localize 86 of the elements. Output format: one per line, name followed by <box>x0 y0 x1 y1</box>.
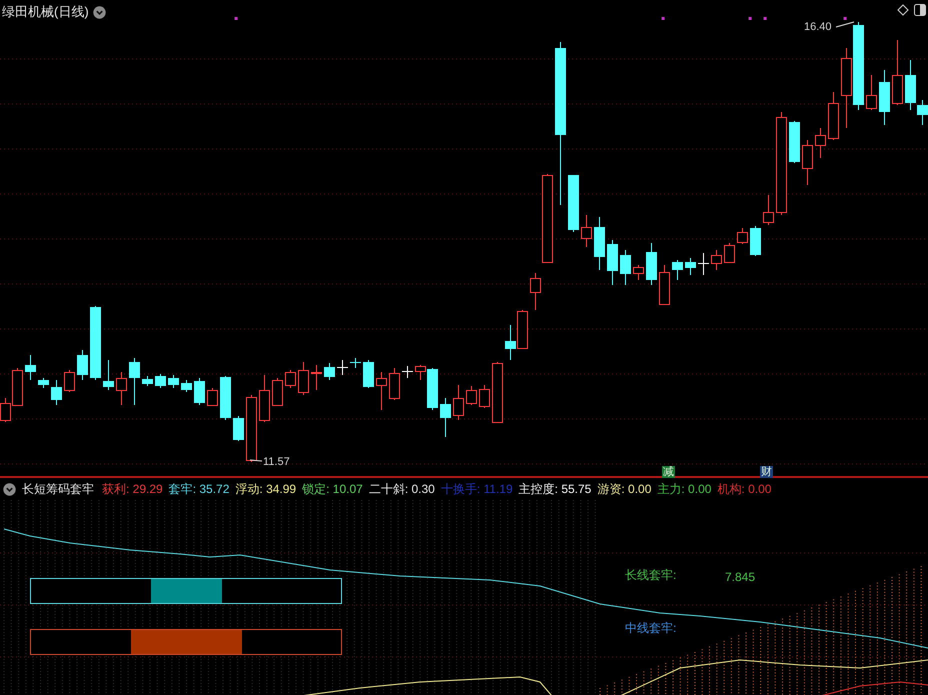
candlestick <box>272 378 283 406</box>
candlestick <box>453 384 464 420</box>
candlestick <box>750 226 761 256</box>
candlestick <box>685 258 696 276</box>
indicator-reading: 游资: 0.00 <box>597 480 652 498</box>
leader-line <box>836 22 854 28</box>
indicator-reading: 获利: 29.29 <box>102 480 163 498</box>
indicator-reading: 主控度: 55.75 <box>518 480 592 498</box>
candlestick <box>737 228 748 244</box>
candlestick <box>77 350 88 380</box>
candlestick <box>220 376 231 420</box>
event-marker[interactable]: 减 <box>662 466 675 478</box>
candlestick <box>505 324 516 360</box>
indicator-reading: 套牢: 35.72 <box>168 480 230 498</box>
candlestick <box>38 378 49 388</box>
gauge-fill <box>151 579 222 603</box>
dropdown-icon[interactable] <box>92 6 106 18</box>
event-marker[interactable]: 财 <box>760 466 773 478</box>
candlestick <box>51 380 62 406</box>
candlestick <box>530 272 541 310</box>
candlestick <box>103 360 114 390</box>
candlestick <box>363 360 374 388</box>
candlestick <box>25 354 36 380</box>
candlestick <box>350 358 361 368</box>
indicator-title: 长短筹码套牢 <box>22 480 94 498</box>
indicator-reading: 浮动: 34.99 <box>235 480 296 498</box>
candlestick <box>324 362 335 380</box>
panel-toggle-icon[interactable] <box>914 4 926 16</box>
candlestick <box>64 370 75 392</box>
high-price-label: 16.40 <box>804 21 832 33</box>
candlestick <box>259 374 270 422</box>
candlestick <box>207 388 218 406</box>
candlestick <box>479 384 490 408</box>
candlestick <box>879 70 890 126</box>
candlestick <box>517 310 528 350</box>
candlestick <box>724 242 735 264</box>
candlestick <box>802 140 813 186</box>
low-price-label: 11.57 <box>263 456 290 468</box>
candlestick <box>181 380 192 392</box>
candlestick <box>142 376 153 386</box>
gauge-label: 中线套牢: <box>625 621 676 635</box>
candlestick <box>763 194 774 226</box>
gauge-value: 7.845 <box>725 570 756 584</box>
candlestick <box>866 74 877 110</box>
candlestick <box>155 374 166 388</box>
candlestick <box>194 378 205 406</box>
candlestick <box>698 252 709 276</box>
candlestick <box>789 120 800 164</box>
candlestick <box>607 240 618 286</box>
gauge-label: 长线套牢: <box>625 568 676 582</box>
candlestick <box>633 264 644 280</box>
indicator-reading: 机构: 0.00 <box>717 480 772 498</box>
candlestick <box>466 386 477 406</box>
candlestick <box>311 364 322 390</box>
indicator-reading: 锁定: 10.07 <box>302 480 363 498</box>
candlestick <box>492 362 503 424</box>
candlestick <box>568 174 579 232</box>
indicator-reading: 二十斜: 0.30 <box>368 480 435 498</box>
candlestick <box>116 372 127 406</box>
leader-line <box>250 460 262 462</box>
candlestick <box>581 214 592 248</box>
dropdown-icon[interactable] <box>3 482 16 496</box>
candlestick <box>828 92 839 140</box>
diamond-icon[interactable] <box>897 4 909 16</box>
candlestick <box>620 250 631 286</box>
candlestick <box>672 260 683 280</box>
candlestick <box>129 358 140 406</box>
candlestick <box>815 128 826 158</box>
candlestick <box>402 366 413 378</box>
indicator-reading: 主力: 0.00 <box>657 480 712 498</box>
candlestick <box>376 372 387 410</box>
candlestick <box>298 362 309 396</box>
candlestick <box>594 216 605 270</box>
candlestick <box>659 264 670 306</box>
candlestick <box>440 398 451 438</box>
candlestick <box>646 242 657 286</box>
candlestick <box>285 370 296 388</box>
candlestick <box>337 360 348 376</box>
candlestick <box>892 40 903 106</box>
candlestick <box>389 368 400 400</box>
chart-title: 绿田机械(日线) <box>2 3 89 21</box>
candlestick <box>711 250 722 270</box>
candlestick <box>168 374 179 388</box>
candlestick <box>233 416 244 442</box>
candlestick <box>246 394 257 462</box>
indicator-reading: 十换手: 11.19 <box>440 480 513 498</box>
